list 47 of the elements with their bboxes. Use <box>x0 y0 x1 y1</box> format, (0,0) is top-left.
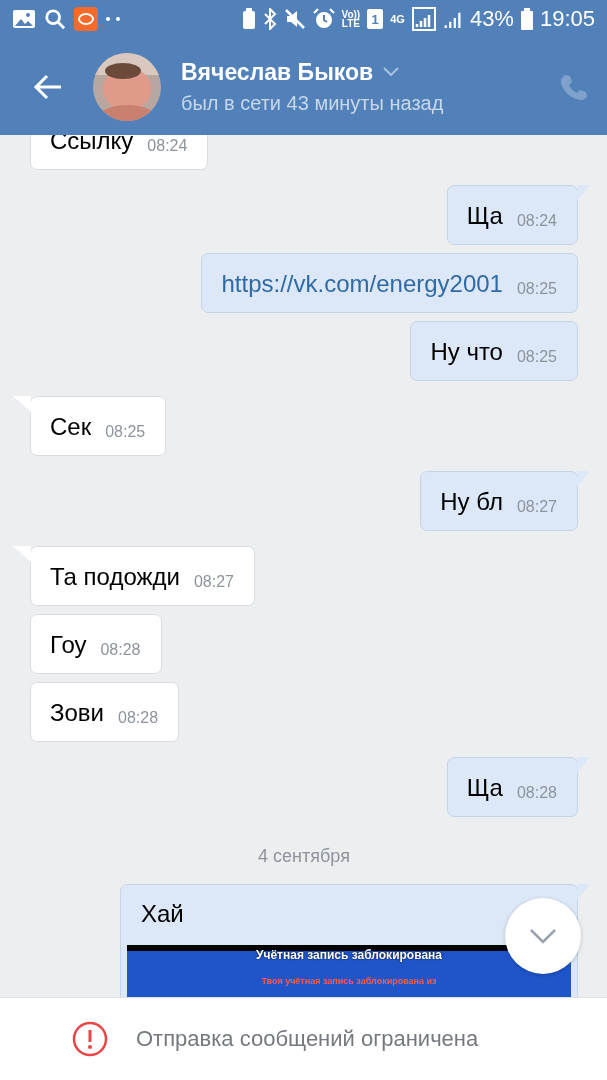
more-dots-icon <box>106 17 120 21</box>
battery-saver-icon <box>241 8 256 30</box>
last-seen-status: был в сети 43 минуты назад <box>181 91 445 115</box>
bluetooth-icon <box>262 8 277 30</box>
message-time: 08:24 <box>147 136 188 156</box>
chevron-down-icon <box>529 928 557 944</box>
restriction-notice: Отправка сообщений ограничена <box>136 1026 479 1052</box>
signal-icon <box>411 7 436 31</box>
message-time: 08:24 <box>516 211 557 231</box>
chevron-down-icon <box>383 67 400 77</box>
contact-name[interactable]: Вячеслав Быков <box>181 58 374 86</box>
alarm-icon <box>312 8 335 30</box>
message-time: 08:28 <box>100 640 141 660</box>
image-icon <box>12 9 36 29</box>
battery-icon <box>520 8 533 30</box>
sim-label: 1 <box>367 9 384 29</box>
message-time: 08:25 <box>105 422 146 442</box>
message-time: 08:25 <box>516 279 557 299</box>
clock: 19:05 <box>539 6 595 32</box>
network-label: 4G <box>390 13 405 25</box>
app-icon <box>74 7 98 31</box>
lte-label: LTE <box>341 19 360 28</box>
message-link[interactable]: https://vk.com/energy2001 <box>221 269 503 299</box>
warning-icon <box>72 1021 108 1057</box>
message-text: Зови <box>50 698 104 728</box>
battery-percent: 43% <box>469 6 514 32</box>
message-text: Ща <box>466 773 503 803</box>
message-text: Ну что <box>430 337 503 367</box>
volte-label: Vo)) <box>341 10 361 19</box>
message-time: 08:27 <box>516 497 557 517</box>
message-time: 08:25 <box>516 347 557 367</box>
back-icon[interactable] <box>33 73 63 100</box>
message-text: Ну бл <box>440 487 503 517</box>
message-time: 08:27 <box>193 572 234 592</box>
message-time: 08:28 <box>516 783 557 803</box>
date-separator: 4 сентября <box>258 845 350 868</box>
message-text: Ща <box>466 201 503 231</box>
message-text: Сек <box>50 412 92 442</box>
screenshot-title: Учётная запись заблокирована <box>256 948 442 962</box>
mute-icon <box>283 8 306 30</box>
message-time: 08:28 <box>118 708 159 728</box>
message-text: Гоу <box>50 630 87 660</box>
message-text: Та подожди <box>50 562 180 592</box>
screenshot-text: Твоя учётная запись заблокирована из <box>261 976 437 986</box>
screenshot-attachment[interactable]: Учётная запись заблокирована Твоя учётная запись заблокирована из <box>127 945 571 997</box>
search-icon <box>44 8 66 30</box>
message-text: Хай <box>140 899 185 929</box>
